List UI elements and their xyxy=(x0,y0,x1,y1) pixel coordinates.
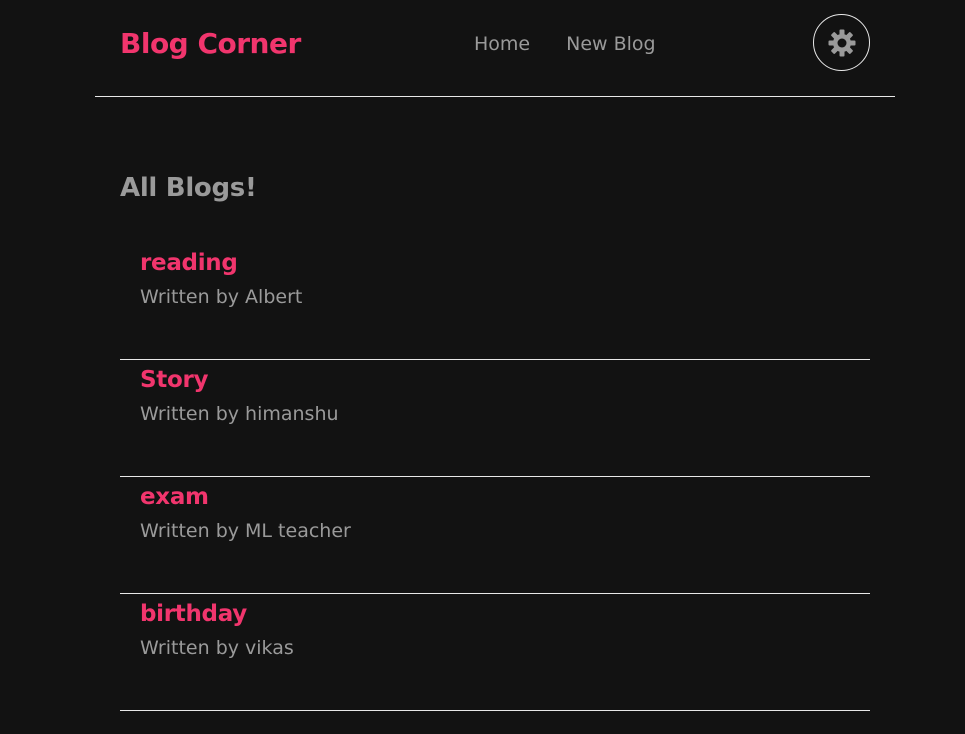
nav-link-new-blog[interactable]: New Blog xyxy=(566,33,655,55)
nav-link-home[interactable]: Home xyxy=(474,33,530,55)
blog-preview[interactable]: Story Written by himanshu xyxy=(120,361,870,477)
page-title: All Blogs! xyxy=(120,173,257,203)
blog-author: Written by Albert xyxy=(140,286,303,308)
brand-logo[interactable]: Blog Corner xyxy=(120,27,301,60)
blog-list: reading Written by Albert Story Written … xyxy=(120,244,870,712)
nav-links: Home New Blog xyxy=(474,33,656,55)
blog-author: Written by himanshu xyxy=(140,403,339,425)
blog-title[interactable]: exam xyxy=(140,478,870,510)
blog-preview[interactable]: birthday Written by vikas xyxy=(120,595,870,711)
gear-icon xyxy=(828,29,855,56)
blog-preview[interactable]: exam Written by ML teacher xyxy=(120,478,870,594)
blog-preview[interactable]: reading Written by Albert xyxy=(120,244,870,360)
blog-title[interactable]: Story xyxy=(140,361,870,393)
theme-toggle-button[interactable] xyxy=(813,14,870,71)
blog-author: Written by vikas xyxy=(140,637,294,659)
navbar: Blog Corner Home New Blog xyxy=(95,0,895,97)
blog-title[interactable]: reading xyxy=(140,244,870,276)
blog-author: Written by ML teacher xyxy=(140,520,351,542)
blog-title[interactable]: birthday xyxy=(140,595,870,627)
